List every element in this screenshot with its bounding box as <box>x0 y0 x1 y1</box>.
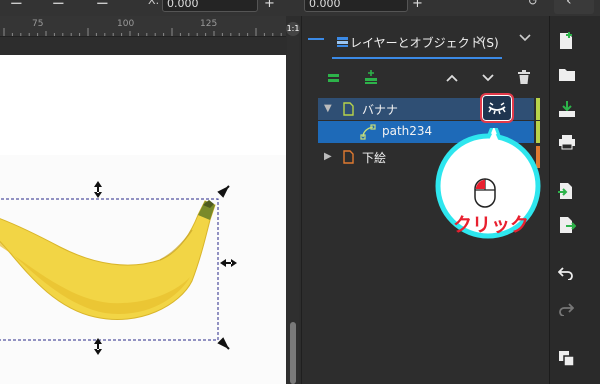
save-icon[interactable] <box>558 100 582 122</box>
chevron-down-icon[interactable] <box>518 32 532 46</box>
zoom-correction-badge[interactable]: 1:1 <box>286 22 300 36</box>
layer-color-tag <box>536 98 540 120</box>
redo-icon[interactable] <box>558 302 582 324</box>
scrollbar-thumb[interactable] <box>290 322 296 384</box>
x-input[interactable]: 0.000 <box>162 0 258 12</box>
x-label: X: <box>148 0 160 7</box>
duplicate-icon[interactable] <box>558 350 582 372</box>
y-input[interactable]: 0.000 <box>304 0 408 12</box>
align-center-icon[interactable]: ☰ <box>52 0 65 8</box>
x-increment-button[interactable]: + <box>264 0 275 11</box>
layer-name[interactable]: 下絵 <box>362 149 386 166</box>
ruler-ticks <box>3 28 282 36</box>
layer-icon <box>343 102 354 119</box>
chevron-left-icon: ‹ <box>566 0 572 9</box>
print-icon[interactable] <box>558 134 582 156</box>
undo-icon[interactable] <box>557 266 582 288</box>
drawing-canvas[interactable] <box>0 55 286 384</box>
chevron-down-icon[interactable] <box>478 70 498 88</box>
horizontal-ruler[interactable]: 75 100 125 <box>0 16 286 37</box>
layer-icon <box>343 150 354 167</box>
add-sublayer-icon[interactable] <box>362 70 382 88</box>
align-left-icon[interactable]: ☰ <box>10 0 23 8</box>
toolbar-dropdown-button[interactable]: ‹ <box>554 0 594 14</box>
add-layer-icon[interactable] <box>324 70 344 88</box>
tool-controls-bar: ☰ ☰ ☰ X: 0.000 + 0.000 + ↺ ‹ <box>0 0 600 16</box>
active-tab-indicator <box>332 57 502 59</box>
mouse-left-click-icon <box>474 178 496 211</box>
expand-triangle-icon[interactable]: ▼ <box>324 103 332 114</box>
collapse-triangle-icon[interactable]: ▶ <box>324 151 332 162</box>
object-name[interactable]: path234 <box>382 124 432 138</box>
panel-grip <box>308 38 324 40</box>
new-document-icon[interactable] <box>558 32 582 54</box>
tab-close-button[interactable]: ✕ <box>475 33 485 47</box>
chevron-up-icon[interactable] <box>442 70 462 88</box>
import-icon[interactable] <box>558 182 582 204</box>
click-instruction-label: クリック <box>452 214 529 236</box>
y-increment-button[interactable]: + <box>412 0 423 11</box>
canvas-margin <box>0 37 286 55</box>
path-object-icon <box>360 124 376 143</box>
eye-closed-icon[interactable] <box>485 98 509 118</box>
align-right-icon[interactable]: ☰ <box>96 0 109 8</box>
canvas-artwork <box>0 55 286 384</box>
trash-icon[interactable] <box>514 70 534 88</box>
undo-history-icon[interactable]: ↺ <box>528 0 538 8</box>
layers-panel-icon <box>337 36 349 51</box>
export-icon[interactable] <box>558 216 582 238</box>
layer-name[interactable]: バナナ <box>362 101 398 118</box>
open-folder-icon[interactable] <box>558 66 582 88</box>
